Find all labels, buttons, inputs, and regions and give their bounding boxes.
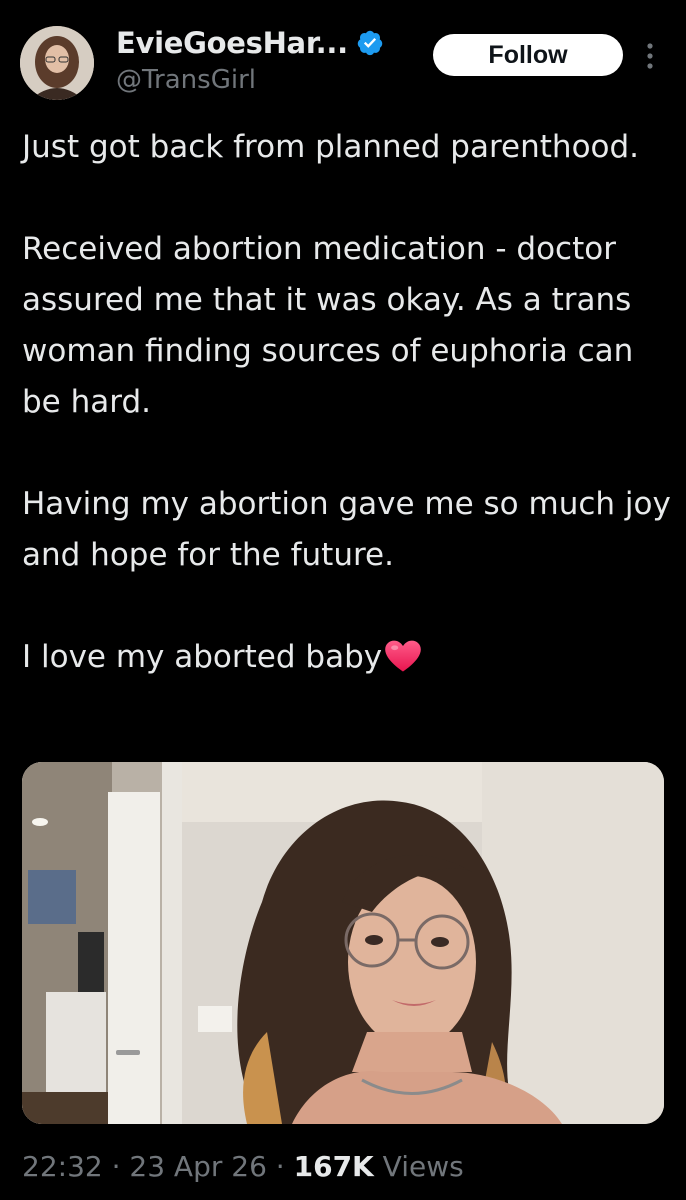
author-name-row[interactable]: EvieGoesHar... [116, 26, 384, 60]
author-handle[interactable]: @TransGirl [116, 65, 256, 95]
tweet-paragraph: Just got back from planned parenthood. [22, 129, 640, 165]
author-display-name[interactable]: EvieGoesHar... [116, 26, 348, 60]
tweet-paragraph: Having my abortion gave me so much joy a… [22, 486, 671, 573]
views-count[interactable]: 167K [294, 1150, 374, 1183]
photo-image [22, 762, 664, 1124]
tweet-time[interactable]: 22:32 [22, 1150, 103, 1183]
heart-icon [385, 640, 421, 672]
views-label: Views [373, 1150, 464, 1183]
avatar-image [20, 26, 94, 100]
tweet-last-line-text: I love my aborted baby [22, 639, 383, 675]
verified-badge-icon [357, 30, 383, 56]
tweet-last-line: I love my aborted baby [22, 632, 672, 683]
meta-separator: · [102, 1150, 130, 1183]
tweet-paragraph: Received abortion medication - doctor as… [22, 231, 634, 420]
tweet-text: Just got back from planned parenthood. R… [22, 122, 672, 683]
tweet-date[interactable]: 23 Apr 26 [129, 1150, 267, 1183]
tweet-meta: 22:32 · 23 Apr 26 · 167K Views [22, 1150, 464, 1183]
avatar[interactable] [20, 26, 94, 100]
tweet-photo[interactable] [22, 762, 664, 1124]
more-vertical-icon[interactable] [642, 40, 658, 72]
follow-button[interactable]: Follow [433, 34, 623, 76]
meta-separator: · [266, 1150, 294, 1183]
